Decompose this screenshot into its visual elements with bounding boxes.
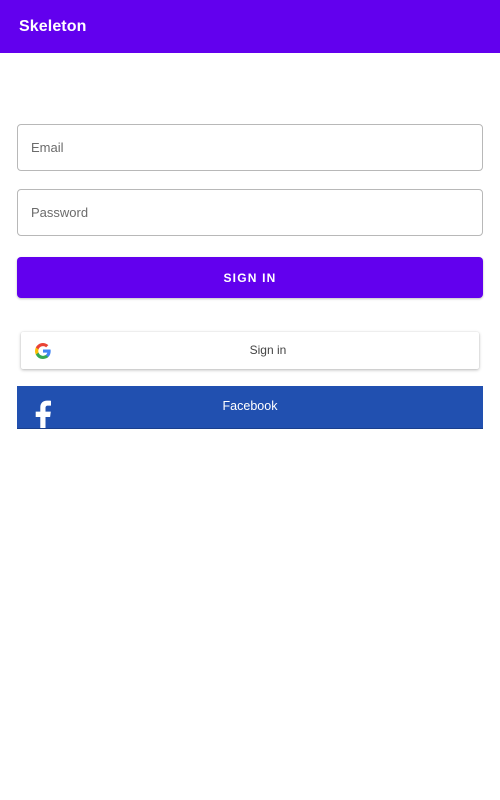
password-field[interactable] [17, 189, 483, 236]
app-title: Skeleton [19, 17, 87, 35]
facebook-sign-in-label: Facebook [222, 399, 278, 413]
app-bar: Skeleton [0, 0, 500, 53]
sign-in-button[interactable]: SIGN IN [17, 257, 483, 298]
google-sign-in-label: Sign in [249, 343, 287, 357]
email-field[interactable] [17, 124, 483, 171]
facebook-sign-in-button[interactable]: Facebook [17, 386, 483, 429]
google-sign-in-button[interactable]: Sign in [21, 332, 479, 369]
